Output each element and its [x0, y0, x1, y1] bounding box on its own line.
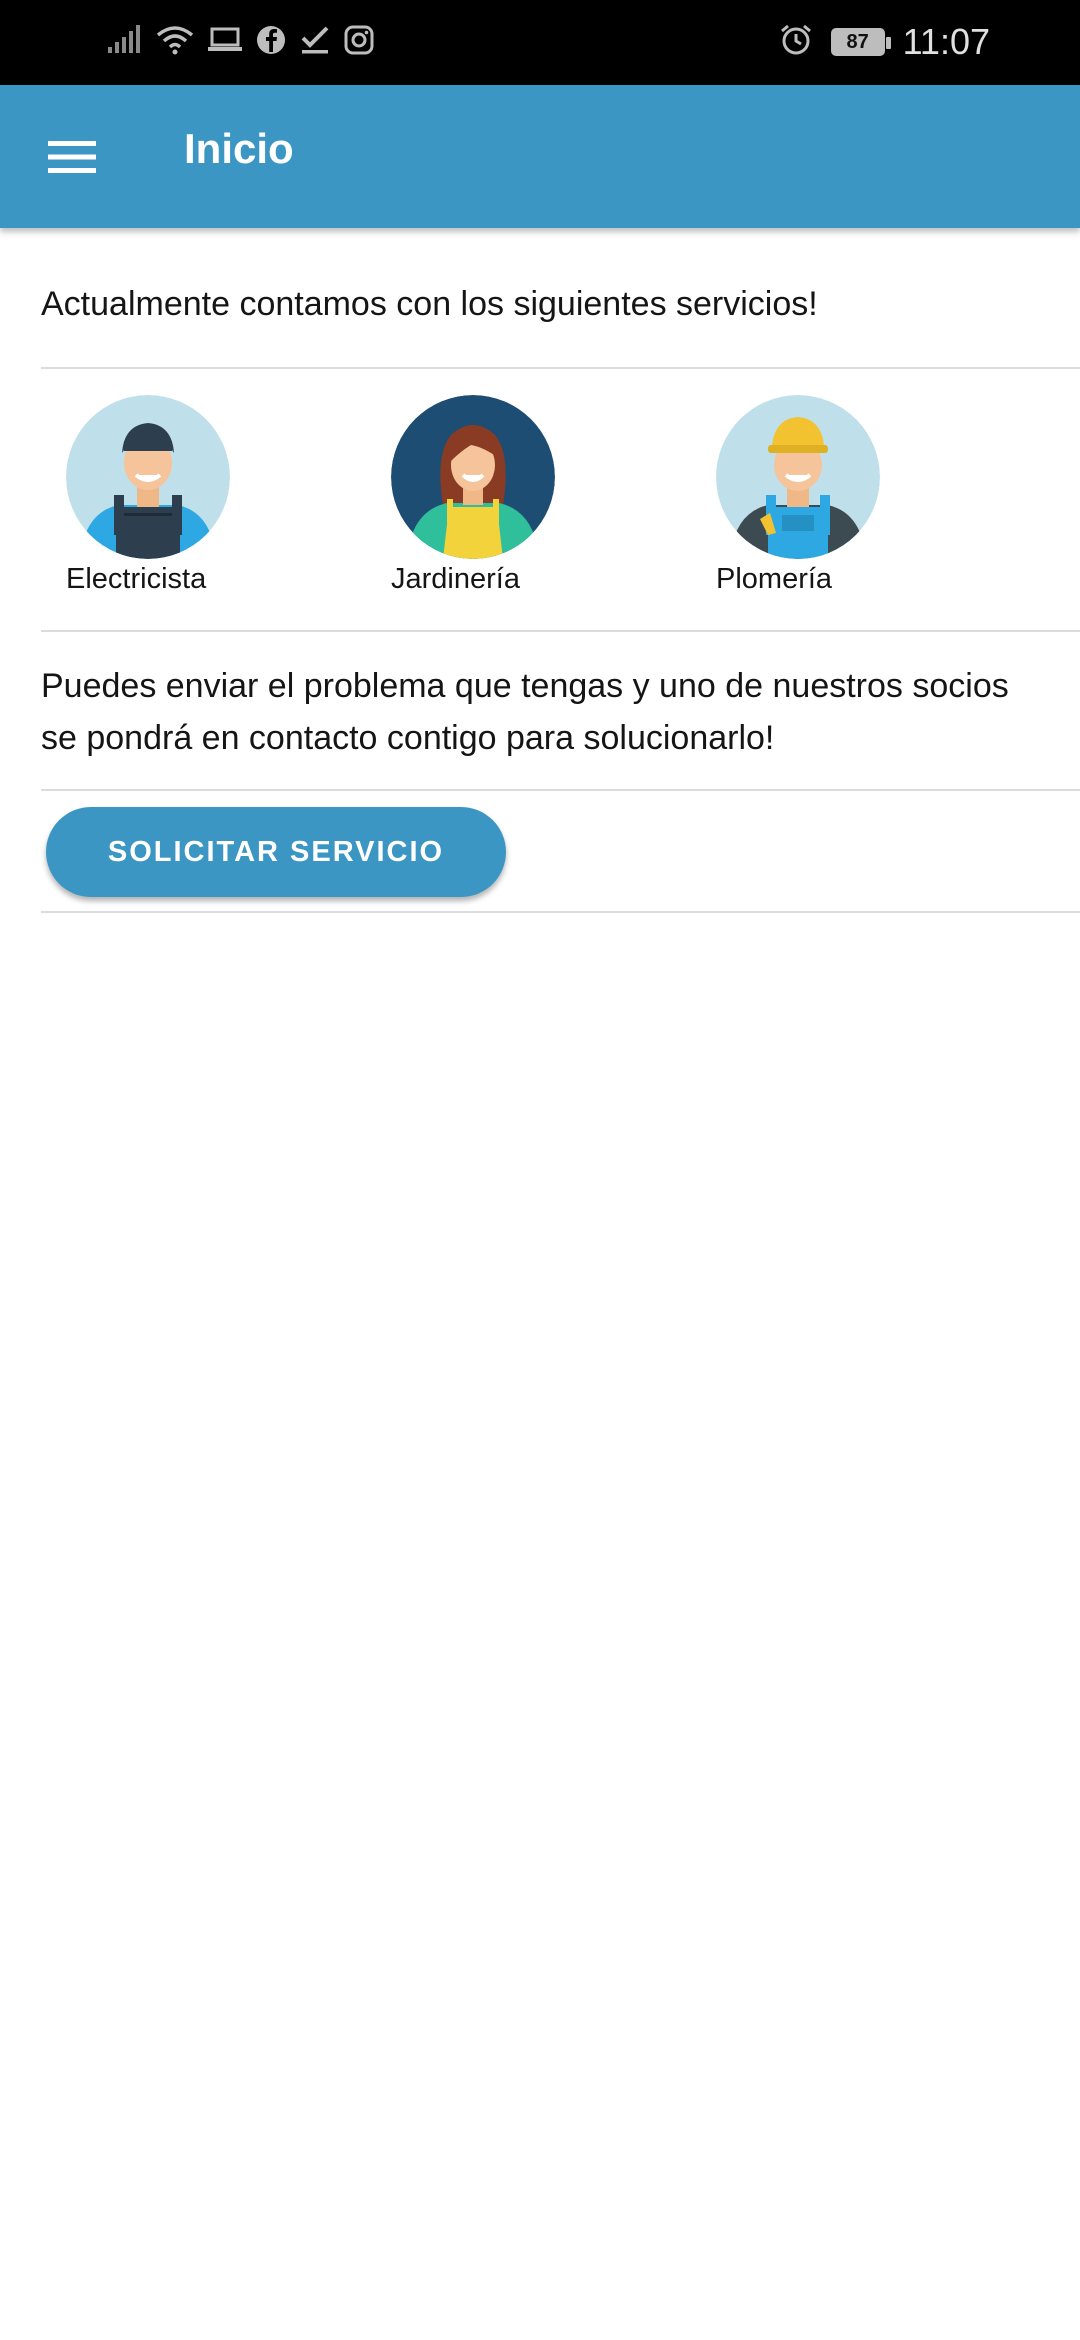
- service-plomeria[interactable]: Plomería: [716, 395, 956, 595]
- wifi-icon: [156, 25, 194, 60]
- divider: [41, 367, 1080, 369]
- laptop-icon: [208, 26, 242, 59]
- app-bar: Inicio: [0, 85, 1080, 228]
- status-time: 11:07: [902, 21, 990, 62]
- request-service-button[interactable]: SOLICITAR SERVICIO: [46, 807, 506, 897]
- service-label: Plomería: [716, 563, 833, 595]
- service-label: Electricista: [66, 563, 207, 595]
- alarm-icon: [779, 23, 813, 62]
- facebook-icon: [256, 25, 286, 60]
- divider: [41, 630, 1080, 632]
- service-electricista[interactable]: Electricista: [66, 395, 306, 595]
- page-title: Inicio: [184, 125, 294, 172]
- description-text: Puedes enviar el problema que tengas y u…: [41, 667, 1009, 757]
- status-bar: 87 11:07: [0, 0, 1080, 85]
- divider: [41, 911, 1080, 913]
- signal-icon: [108, 24, 142, 60]
- service-jardineria[interactable]: Jardinería: [391, 395, 631, 595]
- divider: [41, 789, 1080, 791]
- intro-text: Actualmente contamos con los siguientes …: [41, 285, 818, 323]
- hamburger-menu-icon[interactable]: [32, 121, 112, 193]
- electrician-avatar-icon: [66, 395, 230, 559]
- check-icon: [300, 25, 330, 60]
- instagram-icon: [344, 25, 374, 60]
- status-icons-right: 87 11:07: [779, 18, 990, 66]
- status-icons-left: [108, 22, 374, 62]
- gardener-avatar-icon: [391, 395, 555, 559]
- plumber-avatar-icon: [716, 395, 880, 559]
- battery-icon: 87: [830, 28, 891, 56]
- service-label: Jardinería: [391, 563, 520, 595]
